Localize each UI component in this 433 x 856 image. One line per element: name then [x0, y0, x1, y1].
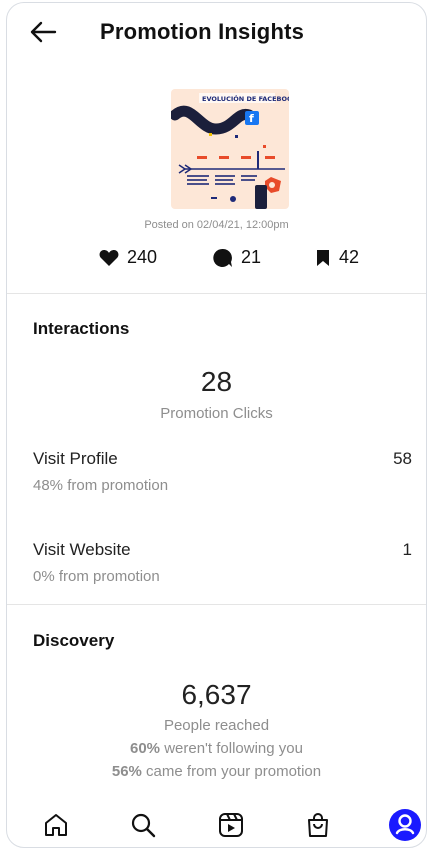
nav-shop[interactable] — [300, 807, 336, 843]
thumbnail-title: EVOLUCIÓN DE FACEBOOK — [202, 94, 289, 103]
reached-label: People reached — [163, 717, 270, 734]
likes-stat: 240 — [99, 247, 157, 268]
shop-icon — [308, 813, 328, 837]
divider — [7, 604, 426, 605]
reels-icon — [219, 813, 243, 837]
from-promotion-line: 56% came from your promotion — [7, 763, 426, 780]
svg-text:f: f — [249, 112, 254, 125]
discovery-title: Discovery — [33, 631, 115, 650]
nav-profile[interactable] — [387, 807, 423, 843]
posted-date: Posted on 02/04/21, 12:00pm — [144, 219, 289, 231]
divider — [7, 293, 426, 294]
saves-stat: 42 — [315, 247, 359, 268]
arrow-left-icon — [30, 21, 57, 43]
post-thumbnail[interactable]: EVOLUCIÓN DE FACEBOOK f — [171, 89, 289, 209]
comments-stat: 21 — [213, 247, 261, 268]
visit-profile-value: 58 — [393, 449, 412, 468]
visit-website-sub: 0% from promotion — [33, 568, 160, 585]
visit-profile-sub: 48% from promotion — [33, 477, 169, 494]
profile-icon — [389, 809, 421, 841]
promotion-clicks-value: 28 — [200, 366, 233, 397]
likes-count: 240 — [127, 247, 158, 267]
post-image: EVOLUCIÓN DE FACEBOOK f — [171, 89, 289, 209]
header: Promotion Insights — [7, 3, 426, 61]
back-button[interactable] — [25, 17, 61, 47]
home-icon — [45, 814, 67, 836]
saves-count: 42 — [339, 247, 360, 267]
nav-reels[interactable] — [213, 807, 249, 843]
from-promotion-pct: 56% — [111, 763, 142, 780]
bookmark-icon — [317, 249, 329, 266]
heart-icon — [99, 249, 119, 266]
comments-count: 21 — [241, 247, 262, 267]
nav-search[interactable] — [125, 807, 161, 843]
not-following-text: weren't following you — [160, 740, 303, 757]
nav-home[interactable] — [38, 807, 74, 843]
promotion-clicks-label: Promotion Clicks — [160, 405, 273, 422]
app-frame: Promotion Insights EVOLUCIÓN DE FACEBOOK… — [6, 2, 427, 848]
comment-icon — [213, 248, 232, 267]
post-stats: 240 21 42 — [7, 247, 426, 271]
visit-profile-label: Visit Profile — [33, 449, 118, 468]
search-icon — [131, 813, 156, 838]
not-following-line: 60% weren't following you — [7, 740, 426, 757]
bottom-nav — [7, 803, 426, 847]
from-promotion-text: came from your promotion — [141, 763, 322, 780]
visit-website-value: 1 — [402, 540, 412, 559]
reached-value: 6,637 — [181, 679, 252, 710]
page-title: Promotion Insights — [100, 19, 305, 44]
not-following-pct: 60% — [130, 740, 161, 757]
visit-website-label: Visit Website — [33, 540, 131, 559]
interactions-title: Interactions — [33, 319, 130, 338]
